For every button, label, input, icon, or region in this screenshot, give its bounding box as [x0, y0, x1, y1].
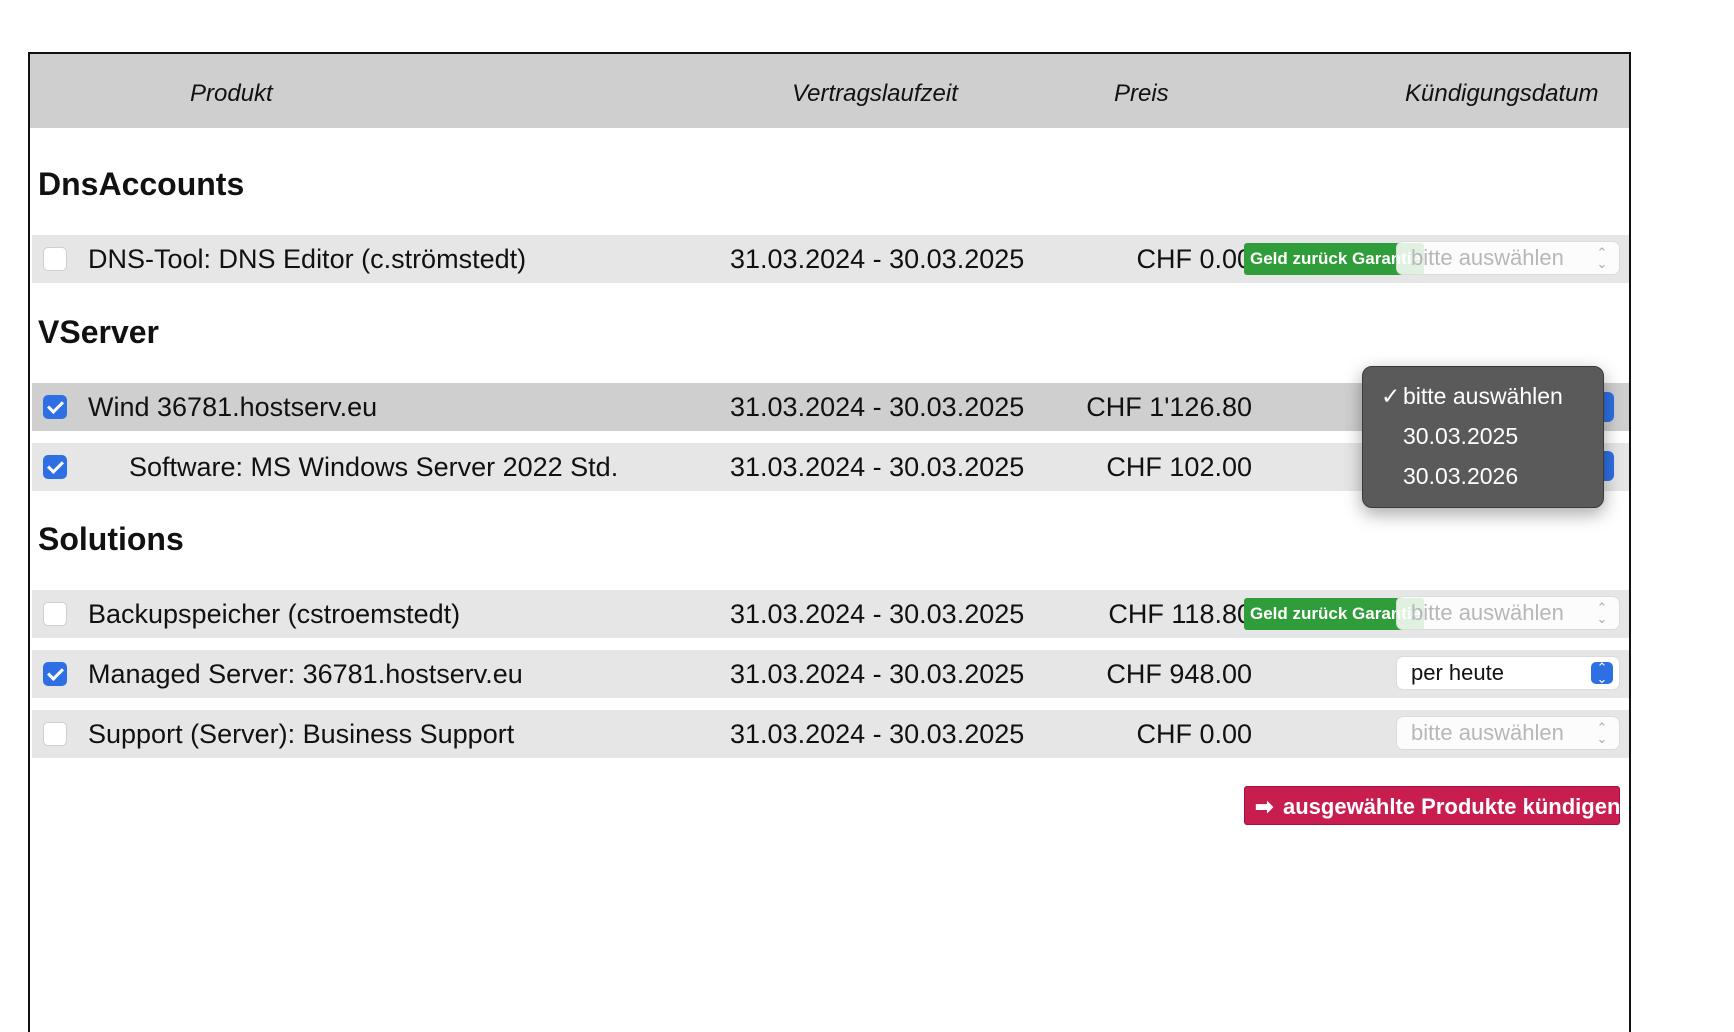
chevron-updown-icon: ⌃ ⌄ [1591, 661, 1613, 685]
table-row: Backupspeicher (cstroemstedt) 31.03.2024… [32, 590, 1629, 638]
header-laufzeit: Vertragslaufzeit [792, 80, 958, 107]
dropdown-option[interactable]: 30.03.2026 [1403, 463, 1518, 490]
cancellation-date-select[interactable]: per heute ⌃ ⌄ [1396, 656, 1620, 690]
row-checkbox[interactable] [43, 662, 67, 686]
table-row: Managed Server: 36781.hostserv.eu 31.03.… [32, 650, 1629, 698]
price: CHF 1'126.80 [1086, 392, 1252, 422]
header-preis: Preis [1114, 80, 1169, 107]
cancellation-date-select[interactable]: bitte auswählen ⌃ ⌄ [1396, 241, 1620, 275]
header-kuendigung: Kündigungsdatum [1405, 80, 1599, 107]
dropdown-option-selected[interactable]: ✓ bitte auswählen [1381, 383, 1563, 410]
price: CHF 0.00 [1136, 244, 1252, 274]
table-row: Support (Server): Business Support 31.03… [32, 710, 1629, 758]
group-heading-vserver: VServer [38, 314, 159, 350]
price: CHF 102.00 [1106, 452, 1252, 482]
header-produkt: Produkt [190, 80, 273, 107]
dropdown-option[interactable]: 30.03.2025 [1403, 423, 1518, 450]
cancellation-date-dropdown: ✓ bitte auswählen 30.03.2025 30.03.2026 [1362, 366, 1604, 508]
cancellation-date-select[interactable]: bitte auswählen ⌃ ⌄ [1396, 716, 1620, 750]
product-name: Backupspeicher (cstroemstedt) [88, 599, 461, 629]
row-checkbox[interactable] [43, 722, 67, 746]
chevron-updown-icon: ⌃ ⌄ [1596, 600, 1608, 626]
checkmark-icon: ✓ [1381, 383, 1401, 409]
row-checkbox[interactable] [43, 602, 67, 626]
group-heading-solutions: Solutions [38, 521, 184, 557]
select-value: bitte auswählen [1411, 600, 1564, 625]
table-row: DNS-Tool: DNS Editor (c.strömstedt) 31.0… [32, 235, 1629, 283]
price: CHF 948.00 [1106, 659, 1252, 689]
chevron-updown-icon: ⌃ ⌄ [1596, 245, 1608, 271]
row-checkbox[interactable] [43, 247, 67, 271]
product-name: Support (Server): Business Support [88, 719, 515, 749]
product-name: Managed Server: 36781.hostserv.eu [88, 659, 523, 689]
cancel-selected-products-button[interactable]: ➡ ausgewählte Produkte kündigen [1244, 786, 1620, 825]
arrow-right-icon: ➡ [1255, 794, 1274, 819]
chevron-updown-icon: ⌃ ⌄ [1596, 720, 1608, 746]
product-name: DNS-Tool: DNS Editor (c.strömstedt) [88, 244, 527, 274]
table-header: Produkt Vertragslaufzeit Preis Kündigung… [30, 54, 1629, 128]
products-panel [28, 52, 1631, 1032]
select-value: bitte auswählen [1411, 720, 1564, 745]
group-heading-dnsaccounts: DnsAccounts [38, 166, 245, 202]
select-value: per heute [1411, 660, 1504, 685]
cancellation-date-select[interactable]: bitte auswählen ⌃ ⌄ [1396, 596, 1620, 630]
price: CHF 118.80 [1108, 599, 1252, 629]
product-name: Wind 36781.hostserv.eu [88, 392, 378, 422]
select-value: bitte auswählen [1411, 245, 1564, 270]
product-name: Software: MS Windows Server 2022 Std. [129, 452, 619, 482]
row-checkbox[interactable] [43, 395, 67, 419]
row-checkbox[interactable] [43, 455, 67, 479]
button-label: ausgewählte Produkte kündigen [1283, 794, 1621, 819]
price: CHF 0.00 [1136, 719, 1252, 749]
